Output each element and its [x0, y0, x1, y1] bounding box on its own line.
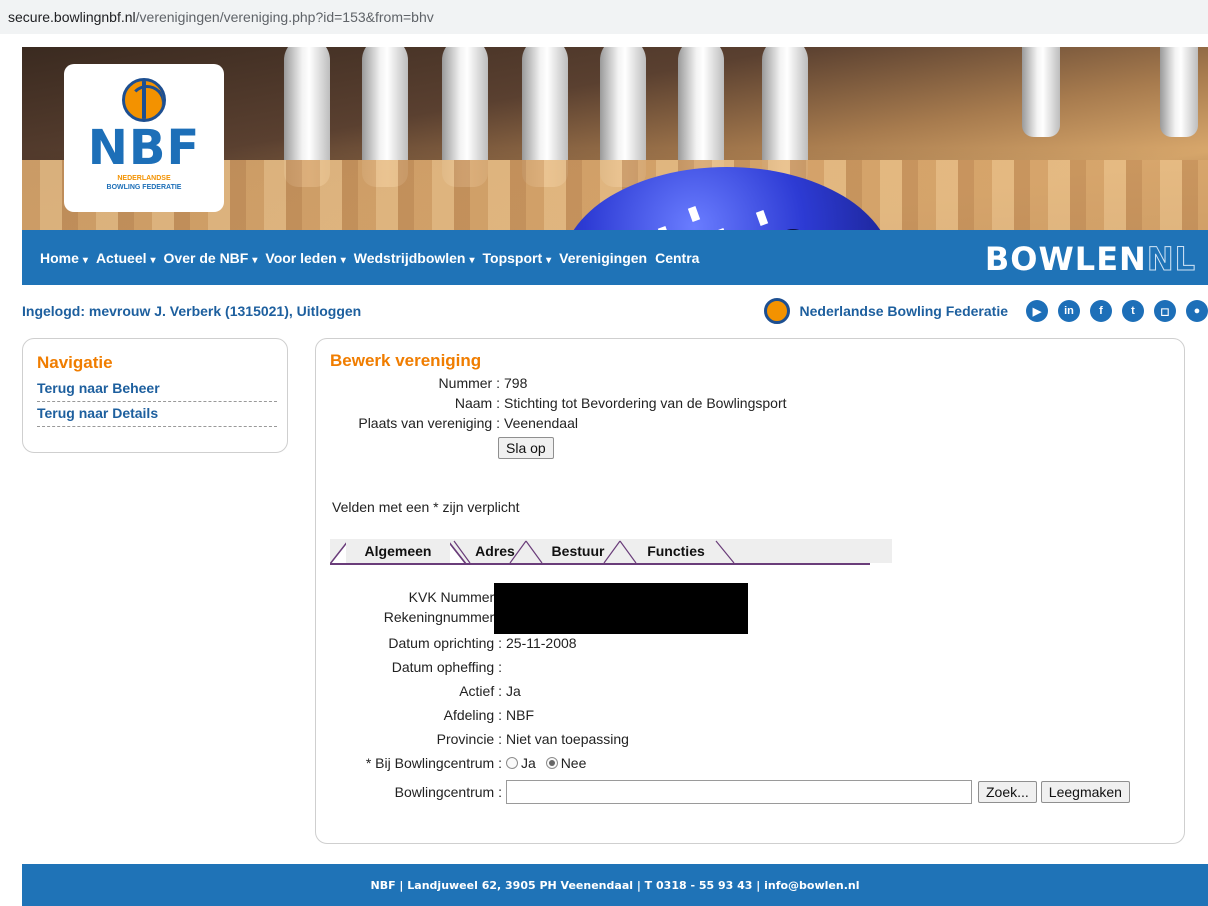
tab-bar: Algemeen Adres Bestuur Functies: [330, 537, 892, 565]
tab-adres[interactable]: Adres: [470, 539, 520, 563]
field-plaats: Plaats van vereniging : Veenendaal: [330, 413, 1170, 433]
bowling-pin-image: [1160, 47, 1198, 137]
field-value: Niet van toepassing: [506, 731, 629, 747]
tab-algemeen[interactable]: Algemeen: [346, 539, 450, 563]
field-value: 25-11-2008: [506, 635, 577, 651]
nav-item-over-de-nbf[interactable]: Over de NBF ▾: [164, 250, 266, 266]
facebook-icon[interactable]: f: [1090, 300, 1112, 322]
field-label: KVK Nummer :: [408, 589, 502, 605]
logo-text: NBF: [87, 120, 201, 176]
field-label: Bowlingcentrum :: [394, 784, 502, 800]
nav-item-topsport[interactable]: Topsport ▾: [483, 250, 560, 266]
field-provincie: Provincie : Niet van toepassing: [332, 729, 1130, 749]
field-oprichting: Datum oprichting : 25-11-2008: [332, 633, 1130, 653]
field-label: Afdeling :: [443, 707, 502, 723]
chevron-down-icon: ▾: [82, 254, 88, 266]
logged-in-text: Ingelogd: mevrouw J. Verberk (1315021), …: [22, 303, 362, 319]
field-label: * Bij Bowlingcentrum :: [365, 755, 502, 771]
tab-functies[interactable]: Functies: [636, 539, 716, 563]
page-title: Bewerk vereniging: [330, 351, 482, 370]
required-fields-note: Velden met een * zijn verplicht: [332, 499, 520, 515]
field-bij-bowlingcentrum: * Bij Bowlingcentrum : Ja Nee: [332, 753, 1130, 773]
navigation-title: Navigatie: [37, 353, 113, 372]
federation-logo-icon[interactable]: [763, 298, 790, 324]
search-button[interactable]: Zoek...: [978, 781, 1037, 803]
radio-ja-label: Ja: [521, 755, 536, 771]
field-value: Stichting tot Bevordering van de Bowling…: [504, 395, 787, 411]
radio-ja[interactable]: [506, 757, 518, 769]
federation-name[interactable]: Nederlandse Bowling Federatie: [800, 303, 1009, 319]
nav-item-verenigingen[interactable]: Verenigingen: [559, 250, 655, 266]
clear-button[interactable]: Leegmaken: [1040, 781, 1130, 803]
tab-bestuur[interactable]: Bestuur: [542, 539, 614, 563]
logout-link[interactable]: Uitloggen: [297, 303, 362, 319]
nav-menu: Home ▾ Actueel ▾ Over de NBF ▾ Voor leden ▾ Weds…: [22, 250, 707, 266]
edit-club-panel: Bewerk vereniging Nummer : 798 Naam : St…: [315, 338, 1185, 844]
chevron-down-icon: ▾: [252, 254, 258, 266]
footer: NBF | Landjuweel 62, 3905 PH Veenendaal …: [22, 864, 1208, 906]
field-label: Actief :: [459, 683, 502, 699]
field-naam: Naam : Stichting tot Bevordering van de …: [330, 393, 1170, 413]
youtube-icon[interactable]: ▶: [1026, 300, 1048, 322]
field-actief: Actief : Ja: [332, 681, 1130, 701]
logo-subtitle: NEDERLANDSE BOWLING FEDERATIE: [106, 175, 182, 191]
bowling-icon[interactable]: ●: [1186, 300, 1208, 322]
url-path: /verenigingen/vereniging.php?id=153&from…: [135, 9, 434, 25]
field-label: Plaats van vereniging :: [358, 415, 500, 431]
federation-links: Nederlandse Bowling Federatie ▶ in f t ◻…: [763, 298, 1208, 324]
url-host: secure.bowlingnbf.nl: [8, 9, 136, 25]
navigation-panel: Navigatie Terug naar Beheer Terug naar D…: [22, 338, 288, 453]
radio-nee-label: Nee: [560, 755, 587, 771]
user-bar: Ingelogd: mevrouw J. Verberk (1315021), …: [22, 298, 1208, 324]
bowlingcentrum-input[interactable]: [506, 780, 972, 804]
instagram-icon[interactable]: ◻: [1154, 300, 1176, 322]
field-afdeling: Afdeling : NBF: [332, 705, 1130, 725]
basketball-logo-icon: [122, 78, 166, 122]
field-nummer: Nummer : 798: [330, 373, 1170, 393]
radio-nee[interactable]: [545, 757, 558, 769]
field-value: Ja: [506, 683, 521, 699]
address-bar[interactable]: secure.bowlingnbf.nl/verenigingen/vereni…: [0, 0, 1208, 34]
redacted-block: [494, 583, 748, 634]
chevron-down-icon: ▾: [340, 254, 346, 266]
chevron-down-icon: ▾: [150, 254, 156, 266]
linkedin-icon[interactable]: in: [1058, 300, 1080, 322]
field-bowlingcentrum: Bowlingcentrum : Zoek... Leegmaken: [332, 779, 1130, 805]
bowling-pin-image: [1022, 47, 1060, 137]
field-label: Provincie :: [436, 731, 502, 747]
field-label: Nummer :: [438, 375, 500, 391]
field-label: Rekeningnummer :: [383, 609, 502, 625]
back-to-beheer-link[interactable]: Terug naar Beheer: [37, 377, 277, 402]
field-opheffing: Datum opheffing :: [332, 657, 1130, 677]
main-navigation: Home ▾ Actueel ▾ Over de NBF ▾ Voor leden ▾ Weds…: [22, 230, 1208, 285]
field-value: Veenendaal: [504, 415, 578, 431]
save-button[interactable]: Sla op: [498, 437, 554, 459]
nav-item-voor-leden[interactable]: Voor leden ▾: [265, 250, 353, 266]
nbf-logo[interactable]: NBF NEDERLANDSE BOWLING FEDERATIE: [64, 64, 224, 212]
bowlen-nl-logo[interactable]: BOWLENNL: [985, 240, 1196, 279]
field-label: Datum oprichting :: [388, 635, 502, 651]
header-banner: NBF NEDERLANDSE BOWLING FEDERATIE: [22, 47, 1208, 230]
field-value: [502, 657, 506, 677]
radio-group: Ja Nee: [502, 753, 586, 773]
nav-item-home[interactable]: Home ▾: [40, 250, 96, 266]
nav-item-actueel[interactable]: Actueel ▾: [96, 250, 164, 266]
chevron-down-icon: ▾: [546, 254, 552, 266]
field-label: Naam :: [454, 395, 500, 411]
back-to-details-link[interactable]: Terug naar Details: [37, 402, 277, 427]
field-value: NBF: [506, 707, 534, 723]
twitter-icon[interactable]: t: [1122, 300, 1144, 322]
field-value: 798: [504, 375, 528, 391]
nav-item-wedstrijdbowlen[interactable]: Wedstrijdbowlen ▾: [354, 250, 483, 266]
nav-item-centra[interactable]: Centra: [655, 250, 707, 266]
chevron-down-icon: ▾: [469, 254, 475, 266]
field-label: Datum opheffing :: [391, 659, 502, 675]
